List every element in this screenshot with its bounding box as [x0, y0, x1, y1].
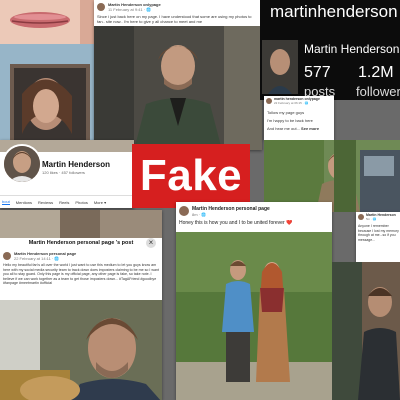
man-outdoor-photo: [332, 262, 400, 400]
avatar: [3, 252, 11, 260]
avatar: [266, 98, 272, 104]
post-meta: 22 February at 14:11 · 🌐: [14, 256, 60, 261]
post-dialog-header: Martin Henderson personal page 's post: [28, 240, 134, 246]
profile-name: Martin Henderson: [42, 160, 111, 169]
post-meta: 8m · 🌐: [192, 212, 207, 217]
woman-photo-tile: [0, 44, 98, 150]
man-with-dog-photo: [0, 300, 162, 400]
fake-stamp-label: Fake: [139, 151, 243, 200]
post-text: Since i just back here on my page. I hav…: [97, 14, 252, 24]
post-line-2: I'm happy to be back here: [267, 118, 313, 123]
woman-photo: [0, 44, 98, 150]
fb-profile-card[interactable]: Martin Henderson 120 likes · 457 followe…: [0, 140, 134, 208]
avatar: [358, 214, 364, 220]
man-in-jacket-photo: [94, 26, 262, 150]
post-meta: 11 February at 9:41 · 🌐: [108, 7, 152, 12]
profile-display-name: Martin Henderson: [304, 42, 400, 56]
profile-tabs: bout Mentions Reviews Reels Photos More …: [0, 195, 134, 208]
avatar: [179, 206, 189, 216]
tab-mentions[interactable]: Mentions: [16, 200, 32, 205]
followers-count: 1.2M: [358, 64, 394, 81]
greenery-tile: [334, 140, 356, 212]
post-text: Honey this is how you and I to be united…: [179, 220, 293, 226]
dark-profile-tile: martinhenderson Martin Henderson 577 pos…: [260, 0, 400, 100]
profile-avatar-photo: [4, 146, 40, 182]
posts-count: 577: [304, 64, 331, 81]
profile-avatar[interactable]: [2, 144, 42, 184]
see-more-link[interactable]: See more: [301, 126, 319, 131]
banner-photo: [0, 210, 162, 238]
close-icon[interactable]: ×: [146, 238, 156, 248]
profile-stats: 120 likes · 457 followers: [42, 170, 85, 175]
post-card-mid-right[interactable]: martin henderson onlypage 22 February at…: [264, 96, 334, 140]
couple-photo: [176, 232, 332, 400]
post-text: Hello my beautiful fan's all over the wo…: [3, 263, 159, 285]
post-card-far-right[interactable]: Martin Henderson 5m · 🌐 Anyone I remembe…: [356, 212, 400, 262]
post-line-1: Tollow my page guys: [267, 110, 305, 115]
fake-stamp: Fake: [132, 144, 250, 208]
lips-photo: [0, 0, 100, 44]
profile-handle[interactable]: martinhenderson: [270, 2, 398, 22]
post-text: Anyone I remember because I lost my memo…: [358, 224, 399, 242]
followers-label: follower: [356, 84, 400, 99]
tab-photos[interactable]: Photos: [75, 200, 87, 205]
bottom-right-photo-tile: [332, 262, 400, 400]
profile-avatar-photo: [262, 40, 298, 94]
avatar: [97, 3, 105, 11]
tab-more[interactable]: More ▾: [94, 200, 106, 205]
post-meta: 5m · 🌐: [366, 217, 377, 221]
tab-about[interactable]: bout: [2, 199, 10, 205]
post-meta: 22 February at 06:15 · 🌐: [274, 101, 309, 105]
post-card-personal[interactable]: Martin Henderson personal page 's post ×…: [0, 210, 162, 400]
lips-photo-tile: [0, 0, 100, 44]
post-line-3: And hear me out... See more: [267, 126, 333, 131]
post-card-top[interactable]: Martin Henderson onlypage 11 February at…: [94, 0, 262, 150]
tab-reels[interactable]: Reels: [59, 200, 69, 205]
tab-reviews[interactable]: Reviews: [38, 200, 53, 205]
post-line-3-text: And hear me out...: [267, 126, 300, 131]
post-card-couple[interactable]: Martin Henderson personal page 8m · 🌐 Ho…: [176, 202, 332, 400]
